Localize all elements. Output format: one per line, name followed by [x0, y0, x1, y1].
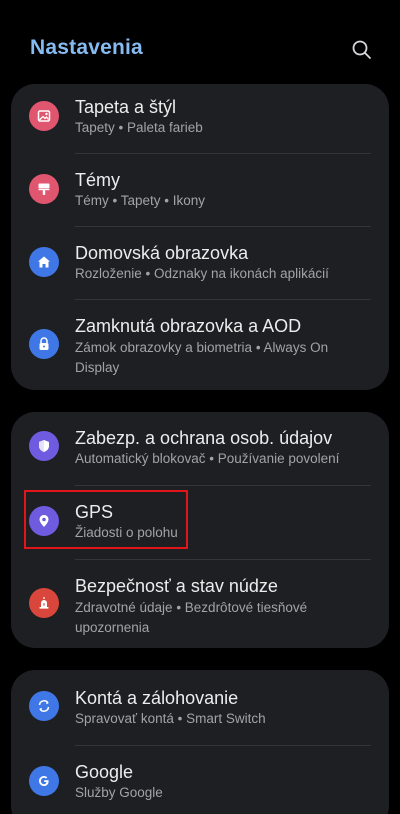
- emergency-icon: [29, 588, 59, 618]
- search-icon: [352, 40, 371, 59]
- settings-item-safety-emergency[interactable]: Bezpečnosť a stav núdze Zdravotné údaje …: [11, 560, 389, 648]
- settings-item-lock-screen[interactable]: Zamknutá obrazovka a AOD Zámok obrazovky…: [11, 300, 389, 390]
- wallpaper-icon: [29, 101, 59, 131]
- settings-item-subtitle: Služby Google: [75, 785, 163, 800]
- themes-icon: [29, 174, 59, 204]
- sync-icon: [29, 691, 59, 721]
- highlight-box: [24, 490, 188, 549]
- settings-item-wallpaper[interactable]: Tapeta a štýl Tapety • Paleta farieb: [11, 84, 389, 157]
- settings-item-label: Bezpečnosť a stav núdze: [75, 576, 278, 596]
- settings-item-label: Zabezp. a ochrana osob. údajov: [75, 428, 333, 448]
- settings-group-display: Tapeta a štýl Tapety • Paleta farieb Tém…: [11, 84, 389, 390]
- settings-item-subtitle: Rozloženie • Odznaky na ikonách aplikáci…: [75, 266, 329, 281]
- settings-item-google[interactable]: Google Služby Google: [11, 746, 389, 814]
- shield-icon: [29, 431, 59, 461]
- settings-item-subtitle: Zdravotné údaje • Bezdrôtové tiesňové up…: [75, 600, 308, 635]
- settings-item-label: Tapeta a štýl: [75, 97, 177, 117]
- settings-item-label: Google: [75, 762, 134, 782]
- settings-item-themes[interactable]: Témy Témy • Tapety • Ikony: [11, 154, 389, 227]
- settings-item-subtitle: Spravovať kontá • Smart Switch: [75, 711, 266, 726]
- home-icon: [29, 247, 59, 277]
- settings-item-home-screen[interactable]: Domovská obrazovka Rozloženie • Odznaky …: [11, 227, 389, 300]
- settings-group-accounts: Kontá a zálohovanie Spravovať kontá • Sm…: [11, 670, 389, 814]
- settings-item-subtitle: Tapety • Paleta farieb: [75, 120, 203, 135]
- header: Nastavenia: [0, 0, 400, 84]
- settings-item-label: Témy: [75, 170, 120, 190]
- settings-item-privacy[interactable]: Zabezp. a ochrana osob. údajov Automatic…: [11, 412, 389, 485]
- settings-item-label: Domovská obrazovka: [75, 243, 249, 263]
- settings-screen: Nastavenia Tapeta a štýl Tapety • Paleta…: [0, 0, 400, 814]
- settings-item-label: Kontá a zálohovanie: [75, 688, 239, 708]
- settings-item-label: Zamknutá obrazovka a AOD: [75, 316, 302, 336]
- search-button[interactable]: [350, 38, 374, 62]
- settings-item-subtitle: Témy • Tapety • Ikony: [75, 193, 206, 208]
- google-icon: [29, 766, 59, 796]
- settings-item-subtitle: Zámok obrazovky a biometria • Always On …: [75, 340, 329, 375]
- settings-item-subtitle: Automatický blokovač • Používanie povole…: [75, 451, 340, 466]
- lock-icon: [29, 329, 59, 359]
- settings-item-accounts-backup[interactable]: Kontá a zálohovanie Spravovať kontá • Sm…: [11, 670, 389, 743]
- page-title: Nastavenia: [30, 36, 143, 59]
